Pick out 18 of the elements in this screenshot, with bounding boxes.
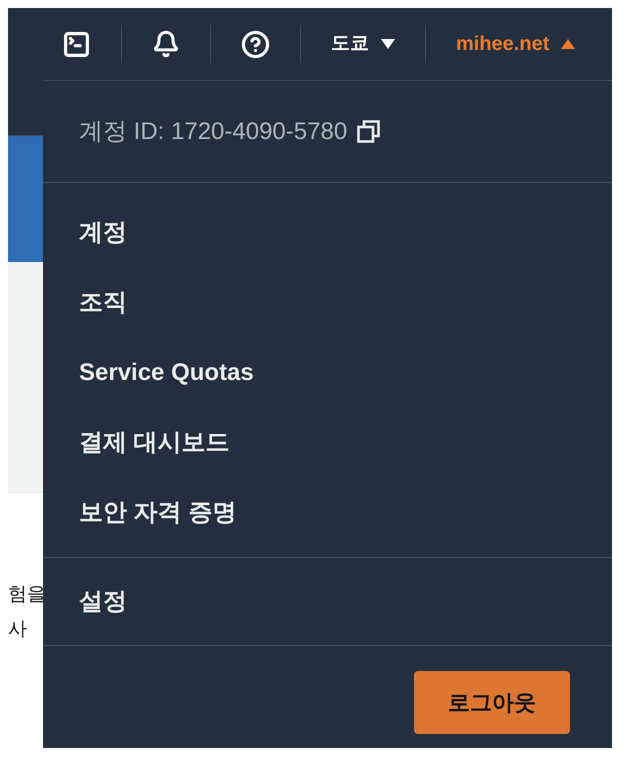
caret-down-icon	[381, 39, 395, 49]
menu-item[interactable]: 결제 대시보드	[79, 425, 230, 461]
account-id-text: 계정 ID: 1720-4090-5780	[79, 116, 348, 146]
bell-icon[interactable]	[152, 30, 180, 58]
region-menu-button[interactable]: 도쿄	[331, 30, 395, 58]
logout-button[interactable]: 로그아웃	[414, 671, 570, 734]
caret-up-icon	[561, 39, 576, 49]
account-menu-button[interactable]: mihee.net	[456, 29, 576, 59]
menu-item[interactable]: 조직	[79, 285, 127, 321]
page-text: 험을	[8, 583, 46, 607]
copy-icon[interactable]	[357, 120, 380, 143]
page-text: 사	[8, 618, 27, 642]
terminal-icon[interactable]	[62, 30, 91, 58]
menu-item[interactable]: Service Quotas	[79, 355, 254, 391]
menu-item[interactable]: 보안 자격 증명	[79, 495, 236, 531]
menu-item[interactable]: 계정	[79, 215, 127, 251]
menu-item[interactable]: 설정	[79, 584, 127, 620]
help-icon[interactable]	[241, 30, 270, 58]
